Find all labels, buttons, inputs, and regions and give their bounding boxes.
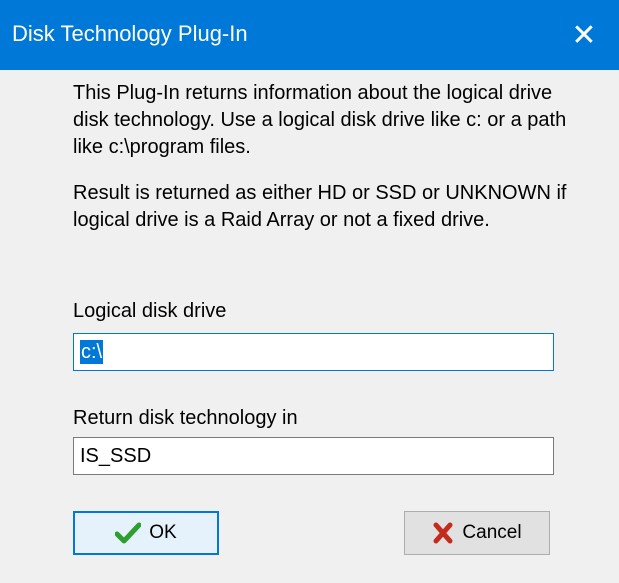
logical-drive-input[interactable]: c:\ [73, 333, 554, 371]
close-button[interactable]: ✕ [549, 0, 619, 70]
drive-input-selected-text: c:\ [80, 340, 104, 364]
dialog-window: Disk Technology Plug-In ✕ This Plug-In r… [0, 0, 619, 583]
ok-button[interactable]: OK [73, 511, 219, 555]
cancel-label: Cancel [462, 522, 522, 543]
checkmark-icon [115, 522, 142, 544]
x-mark-icon [432, 522, 454, 544]
description-paragraph-2: Result is returned as either HD or SSD o… [73, 182, 567, 231]
return-label: Return disk technology in [73, 407, 298, 429]
ok-label: OK [149, 522, 177, 543]
drive-label: Logical disk drive [73, 300, 227, 322]
return-input-text: IS_SSD [80, 445, 152, 467]
title-bar[interactable]: Disk Technology Plug-In ✕ [0, 0, 619, 70]
close-icon: ✕ [571, 18, 597, 52]
return-technology-input[interactable]: IS_SSD [73, 437, 554, 475]
description-paragraph-1: This Plug-In returns information about t… [73, 82, 567, 158]
window-title: Disk Technology Plug-In [12, 21, 248, 46]
cancel-button[interactable]: Cancel [404, 511, 550, 555]
dialog-body: This Plug-In returns information about t… [0, 70, 619, 583]
